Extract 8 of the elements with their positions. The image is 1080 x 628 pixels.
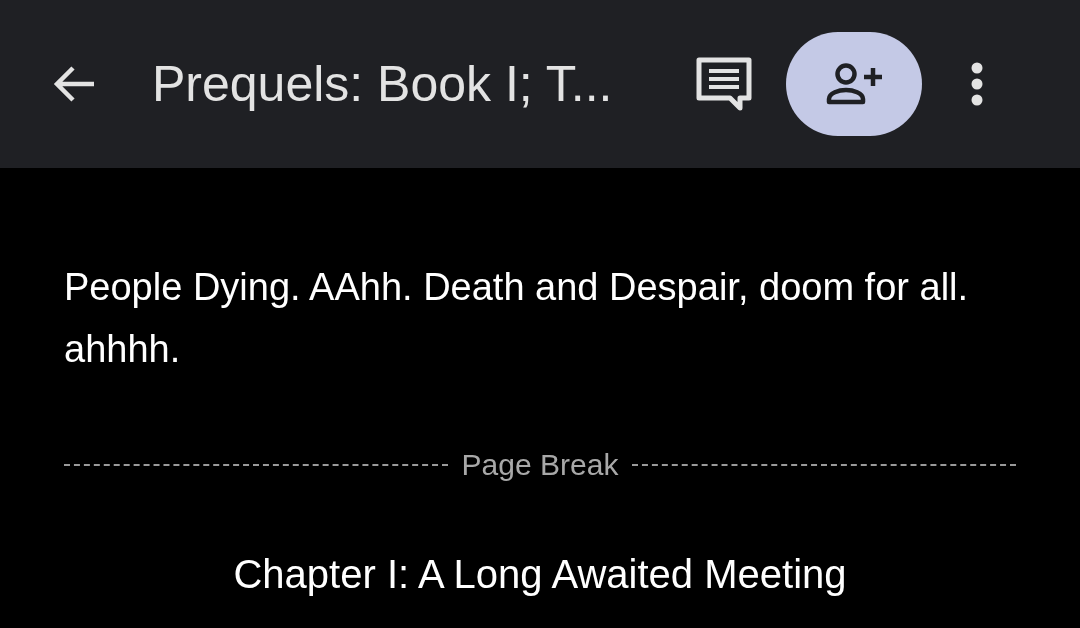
add-person-icon xyxy=(824,62,884,106)
comment-icon xyxy=(696,57,752,111)
back-arrow-icon xyxy=(52,64,96,104)
page-break-label: Page Break xyxy=(461,448,619,482)
more-icon xyxy=(970,61,984,107)
chapter-heading: Chapter I: A Long Awaited Meeting xyxy=(232,552,848,597)
document-title: Prequels: Book I; T... xyxy=(152,55,614,113)
body-paragraph: People Dying. AAhh. Death and Despair, doom for all. ahhhh. xyxy=(64,265,970,372)
